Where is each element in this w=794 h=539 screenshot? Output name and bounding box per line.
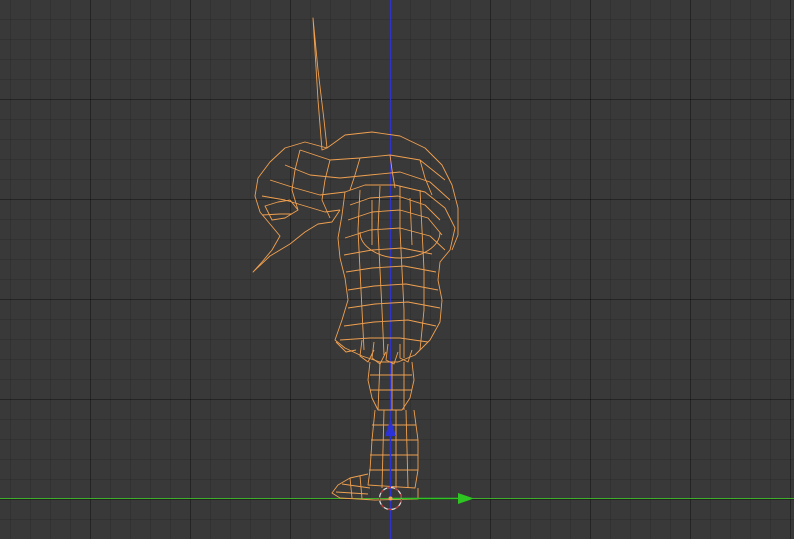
wireframe-mesh[interactable] — [252, 17, 459, 501]
mesh-spike — [312, 17, 328, 151]
viewport-canvas[interactable] — [0, 0, 794, 539]
transform-gizmo[interactable] — [378, 419, 475, 511]
gizmo-x-arrow-icon[interactable] — [458, 493, 474, 504]
3d-viewport[interactable] — [0, 0, 794, 539]
mesh-arm-wires — [339, 185, 446, 358]
gizmo-z-arrow-icon[interactable] — [385, 419, 396, 436]
mesh-head-wires — [261, 149, 451, 221]
mesh-arm — [334, 184, 456, 363]
mesh-leg — [367, 409, 419, 489]
